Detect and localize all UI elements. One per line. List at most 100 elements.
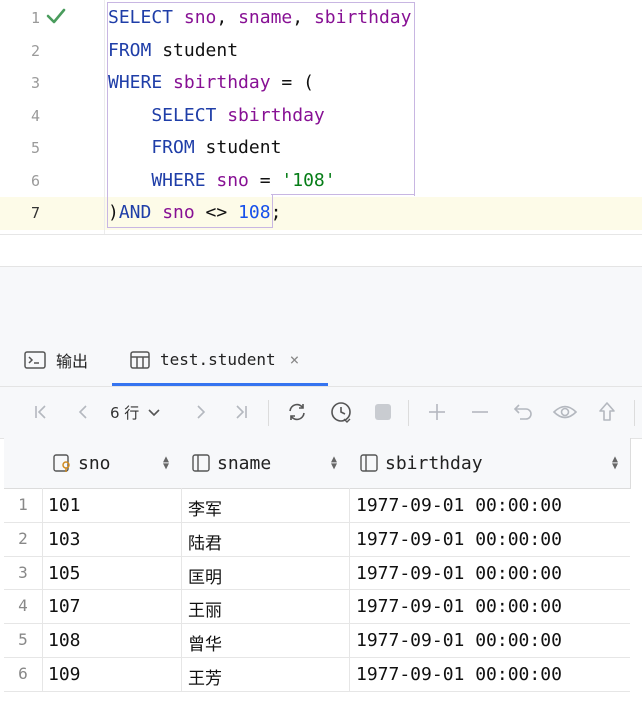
sort-icon[interactable]: ▲ ▼ [163,455,169,472]
code-token: FROM [108,39,163,61]
column-header-sno[interactable]: sno ▲ ▼ [42,438,182,489]
code-token: , [292,7,314,28]
first-page-icon[interactable] [28,399,54,425]
cell-sname[interactable]: 陆君 [188,529,222,554]
cell-sbirthday[interactable]: 1977-09-01 00:00:00 [356,596,562,617]
column-icon [192,454,210,472]
row-divider [4,555,630,557]
code-token: sbirthday [227,104,325,126]
result-toolbar: 6 行 [0,387,642,439]
column-header-label: sname [217,452,272,474]
code-line[interactable]: FROM student [108,132,281,164]
close-tab-icon[interactable]: × [290,350,300,369]
toolbar-separator [268,400,269,426]
line-number: 3 [30,74,40,92]
tab-test-student-label: test.student [160,350,276,369]
code-token: sno [183,7,217,28]
code-line[interactable]: WHERE sbirthday = ( [108,67,314,99]
cell-sno[interactable]: 103 [48,529,81,550]
code-line[interactable]: SELECT sbirthday [108,100,325,132]
code-token: sbirthday [173,72,271,93]
cell-sno[interactable]: 109 [48,664,81,685]
terminal-icon [24,350,46,369]
execution-success-check-icon [46,8,66,24]
tab-output[interactable]: 输出 [24,333,88,386]
code-token: student [205,137,282,158]
previous-page-icon[interactable] [70,399,96,425]
row-number: 3 [18,562,28,582]
row-number: 1 [18,495,28,514]
code-token: SELECT [108,104,228,126]
cell-sname[interactable]: 王丽 [188,596,222,621]
last-page-icon[interactable] [228,399,254,425]
table-icon [130,350,150,369]
column-divider [349,488,350,692]
chevron-down-icon [148,409,160,417]
row-count-label: 6 行 [110,403,140,422]
row-number: 2 [18,528,28,548]
next-page-icon[interactable] [188,399,214,425]
code-token: sno [216,169,249,191]
line-number: 2 [30,41,40,60]
cell-sno[interactable]: 108 [48,630,81,651]
cell-sno[interactable]: 105 [48,563,81,584]
cell-sname[interactable]: 王芳 [188,664,222,689]
cell-sname[interactable]: 匡明 [188,563,222,588]
row-divider [4,690,630,692]
row-divider [4,589,630,591]
code-token: FROM [108,137,206,158]
cell-sbirthday[interactable]: 1977-09-01 00:00:00 [356,495,562,516]
cell-sno[interactable]: 101 [48,495,81,516]
tab-output-label: 输出 [56,351,89,371]
column-header-sbirthday[interactable]: sbirthday ▲ ▼ [349,438,631,489]
line-number: 7 [30,204,40,222]
sql-editor[interactable]: 1234567 SELECT sno, sname, sbirthday FROM… [0,0,642,234]
row-divider [4,521,630,523]
cell-sname[interactable]: 曾华 [188,630,222,655]
code-line[interactable]: SELECT sno, sname, sbirthday [108,2,411,34]
code-token: '108' [281,169,336,191]
cell-sno[interactable]: 107 [48,596,81,617]
code-token: WHERE [108,72,174,93]
cell-sbirthday[interactable]: 1977-09-01 00:00:00 [356,563,562,584]
cell-sbirthday[interactable]: 1977-09-01 00:00:00 [356,664,562,685]
stop-icon[interactable] [370,399,396,425]
column-icon [360,454,378,472]
panel-gap [0,266,642,334]
code-token: student [162,39,239,61]
row-divider [4,657,630,658]
row-divider [4,623,630,625]
row-count-selector[interactable]: 6 行 [110,399,161,425]
code-token: WHERE [108,169,217,191]
submit-up-arrow-icon[interactable] [594,399,620,425]
column-header-sname[interactable]: sname ▲ ▼ [181,438,350,489]
code-token: = [248,169,282,191]
cell-sbirthday[interactable]: 1977-09-01 00:00:00 [356,529,562,550]
line-number: 6 [30,171,40,190]
code-line[interactable]: )AND sno <> 108; [108,197,281,229]
sort-icon[interactable]: ▲ ▼ [612,455,618,472]
line-number: 4 [30,106,40,125]
column-divider [42,488,43,692]
code-token: = ( [270,72,314,93]
history-clock-icon[interactable] [328,399,354,425]
sort-icon[interactable]: ▲ ▼ [331,455,337,472]
code-token: <> [194,202,239,223]
code-line[interactable]: FROM student [108,35,238,67]
reload-icon[interactable] [284,399,310,425]
code-token: sbirthday [313,7,412,28]
cell-sname[interactable]: 李军 [188,495,222,520]
code-token: SELECT [108,7,184,28]
delete-row-icon[interactable] [467,399,493,425]
add-row-icon[interactable] [424,399,450,425]
code-token: AND [118,202,163,223]
code-token: , [216,7,239,28]
preview-changes-eye-icon[interactable] [552,399,578,425]
cell-sbirthday[interactable]: 1977-09-01 00:00:00 [356,630,562,651]
revert-icon[interactable] [510,399,536,425]
row-number: 4 [18,596,28,616]
code-line[interactable]: WHERE sno = '108' [108,165,336,197]
code-token: 108 [238,202,271,223]
row-number: 6 [18,664,28,683]
tab-test-student[interactable]: test.student × [130,333,299,386]
